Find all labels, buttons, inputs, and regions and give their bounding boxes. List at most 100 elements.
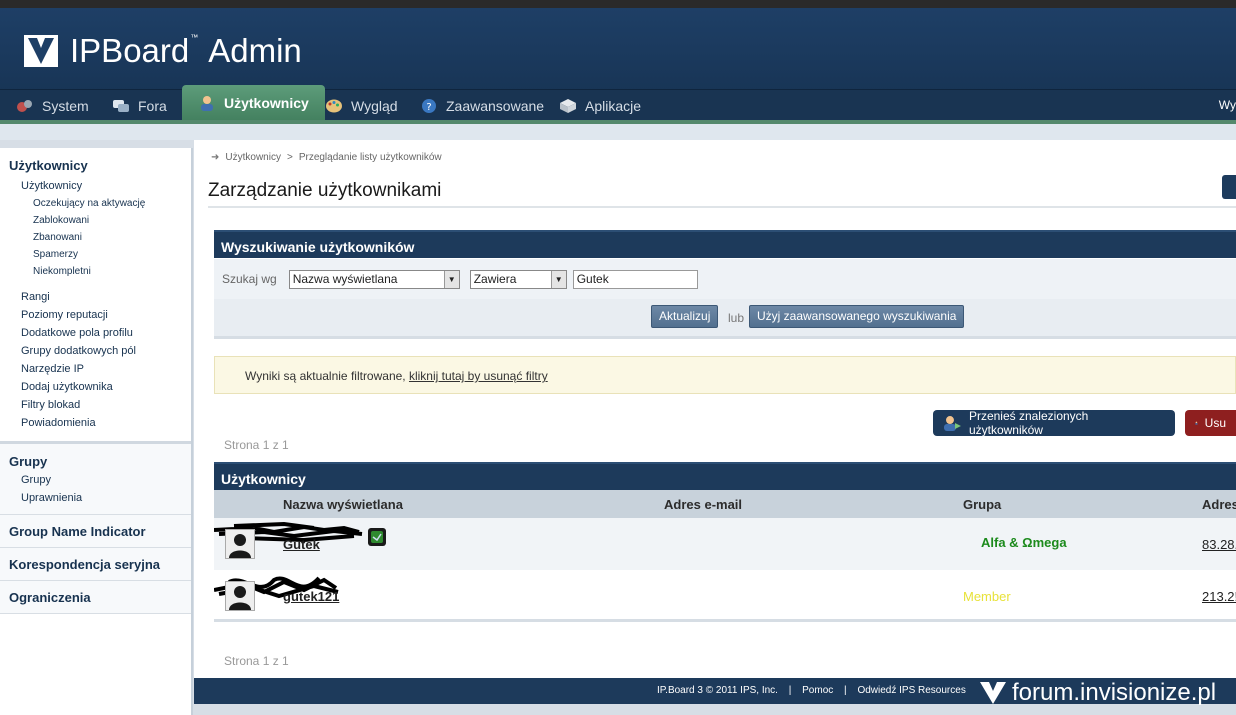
page-title: Zarządzanie użytkownikami	[208, 180, 442, 201]
page-action-button[interactable]	[1222, 175, 1236, 199]
sidebar-section-group-name-indicator: Group Name Indicator	[0, 515, 191, 548]
sidebar-item-incomplete[interactable]: Niekompletni	[0, 263, 191, 280]
member-group-admin: Alfa & Ωmega	[981, 535, 1067, 550]
watermark-text: forum.invisionize.pl	[1012, 679, 1217, 706]
sidebar-item-members[interactable]: Użytkownicy	[0, 177, 191, 195]
tab-members[interactable]: Użytkownicy	[182, 85, 325, 121]
sidebar-item-permissions[interactable]: Uprawnienia	[0, 489, 191, 507]
search-buttons-row: Aktualizuj lub Użyj zaawansowanego wyszu…	[214, 299, 1236, 339]
col-display-name[interactable]: Nazwa wyświetlana	[283, 497, 403, 512]
footer-links: IP.Board 3 © 2011 IPS, Inc. | Pomoc | Od…	[657, 678, 966, 704]
watermark-logo-icon	[980, 682, 1006, 704]
footer-visit-link[interactable]: Odwiedź IPS Resources	[857, 685, 965, 696]
sidebar-section-members: Użytkownicy Użytkownicy Oczekujący na ak…	[0, 148, 191, 444]
palette-icon	[326, 99, 342, 112]
sidebar-item-add-member[interactable]: Dodaj użytkownika	[0, 378, 191, 396]
notice-text: Wyniki są aktualnie filtrowane,	[245, 369, 409, 383]
move-members-button[interactable]: Przenieś znalezionych użytkowników	[933, 409, 1175, 437]
member-name-link[interactable]: Gutek	[283, 537, 320, 552]
sidebar-item-banned[interactable]: Zbanowani	[0, 229, 191, 246]
sidebar-heading[interactable]: Grupy	[0, 454, 191, 469]
sidebar: Użytkownicy Użytkownicy Oczekujący na ak…	[0, 148, 193, 715]
sidebar-item-reputation[interactable]: Poziomy reputacji	[0, 306, 191, 324]
tab-advanced[interactable]: ? Zaawansowane	[412, 90, 552, 121]
member-ip-link[interactable]: 83.28.	[1202, 537, 1236, 552]
chevron-down-icon: ▼	[443, 270, 459, 288]
members-panel-title: Użytkownicy	[214, 462, 1236, 490]
sidebar-item-ip-tool[interactable]: Narzędzie IP	[0, 360, 191, 378]
avatar[interactable]	[225, 581, 255, 611]
advanced-search-button[interactable]: Użyj zaawansowanego wyszukiwania	[749, 305, 965, 328]
sidebar-item-profile-fields[interactable]: Dodatkowe pola profilu	[0, 324, 191, 342]
tab-label: Zaawansowane	[446, 97, 545, 114]
trademark: ™	[190, 32, 199, 42]
sidebar-heading[interactable]: Korespondencja seryjna	[0, 548, 191, 581]
system-icon	[17, 99, 32, 112]
or-label: lub	[728, 311, 745, 325]
member-ip-link[interactable]: 213.2!	[1202, 589, 1236, 604]
tab-applications[interactable]: Aplikacje	[551, 90, 649, 121]
sidebar-item-field-groups[interactable]: Grupy dodatkowych pól	[0, 342, 191, 360]
search-label: Szukaj wg	[222, 272, 277, 286]
delete-users-icon	[1195, 421, 1198, 425]
tab-label: Aplikacje	[585, 97, 642, 114]
sidebar-section-bulk-mail: Korespondencja seryjna	[0, 548, 191, 581]
sidebar-heading[interactable]: Użytkownicy	[0, 158, 191, 173]
col-email[interactable]: Adres e-mail	[664, 497, 742, 512]
delete-members-button[interactable]: Usu	[1185, 410, 1236, 436]
table-row: gutek121 Member 213.2!	[213, 570, 1236, 622]
sidebar-section-groups: Grupy Grupy Uprawnienia	[0, 444, 191, 515]
search-panel-title: Wyszukiwanie użytkowników	[214, 230, 1236, 258]
search-input[interactable]: Gutek	[572, 269, 698, 289]
admin-header: IPBoard ™ Admin	[0, 8, 1236, 91]
pagination-top: Strona 1 z 1	[224, 438, 289, 452]
member-group-member: Member	[963, 589, 1011, 604]
col-ip[interactable]: Adres	[1202, 497, 1236, 512]
admin-group-icon	[367, 528, 386, 546]
clear-filters-link[interactable]: kliknij tutaj by usunąć filtry	[409, 369, 548, 383]
avatar[interactable]	[225, 529, 255, 559]
sidebar-item-spammers[interactable]: Spamerzy	[0, 246, 191, 263]
breadcrumb-root[interactable]: Użytkownicy	[225, 152, 281, 163]
main-nav: System Fora Użytkownicy Wygląd ? Zaawans…	[0, 85, 1236, 121]
tab-forums[interactable]: Fora	[104, 90, 175, 121]
tab-appearance[interactable]: Wygląd	[317, 90, 406, 121]
sidebar-item-validating[interactable]: Oczekujący na aktywację	[0, 195, 191, 212]
breadcrumb-separator: >	[286, 152, 293, 163]
col-group[interactable]: Grupa	[963, 497, 1001, 512]
button-label: Usu	[1204, 416, 1226, 430]
breadcrumb-current[interactable]: Przeglądanie listy użytkowników	[299, 152, 442, 163]
member-name-link[interactable]: gutek121	[283, 589, 339, 604]
sidebar-item-groups[interactable]: Grupy	[0, 471, 191, 489]
search-mode-select[interactable]: Zawiera ▼	[469, 269, 567, 289]
top-strip	[0, 0, 1236, 8]
ipboard-logo[interactable]: IPBoard ™ Admin	[24, 32, 302, 70]
default-avatar-icon	[226, 530, 254, 558]
question-icon: ?	[422, 98, 436, 113]
footer-copyright: IP.Board 3 © 2011 IPS, Inc.	[657, 685, 778, 696]
select-value: Nazwa wyświetlana	[292, 272, 398, 286]
svg-text:?: ?	[426, 102, 431, 113]
tab-label: Użytkownicy	[224, 95, 309, 111]
tab-system[interactable]: System	[8, 90, 97, 121]
sidebar-item-ranks[interactable]: Rangi	[0, 288, 191, 306]
sidebar-item-notifications[interactable]: Powiadomienia	[0, 414, 191, 432]
sidebar-item-ban-filters[interactable]: Filtry blokad	[0, 396, 191, 414]
ipboard-logo-icon	[24, 35, 58, 67]
title-divider	[208, 206, 1236, 208]
tab-label: System	[42, 97, 89, 114]
footer-help-link[interactable]: Pomoc	[802, 685, 833, 696]
watermark: forum.invisionize.pl	[980, 679, 1216, 707]
brand-name: IPBoard	[70, 32, 190, 69]
pagination-bottom: Strona 1 z 1	[224, 654, 289, 668]
sidebar-heading[interactable]: Group Name Indicator	[0, 515, 191, 548]
sidebar-item-locked[interactable]: Zablokowani	[0, 212, 191, 229]
default-avatar-icon	[226, 582, 254, 610]
apps-icon	[560, 98, 576, 113]
footer-separator: |	[788, 685, 792, 696]
chevron-down-icon: ▼	[550, 270, 566, 288]
update-button[interactable]: Aktualizuj	[651, 305, 719, 328]
sidebar-heading[interactable]: Ograniczenia	[0, 581, 191, 614]
user-link[interactable]: Wy	[1219, 98, 1236, 112]
search-field-select[interactable]: Nazwa wyświetlana ▼	[288, 269, 460, 289]
